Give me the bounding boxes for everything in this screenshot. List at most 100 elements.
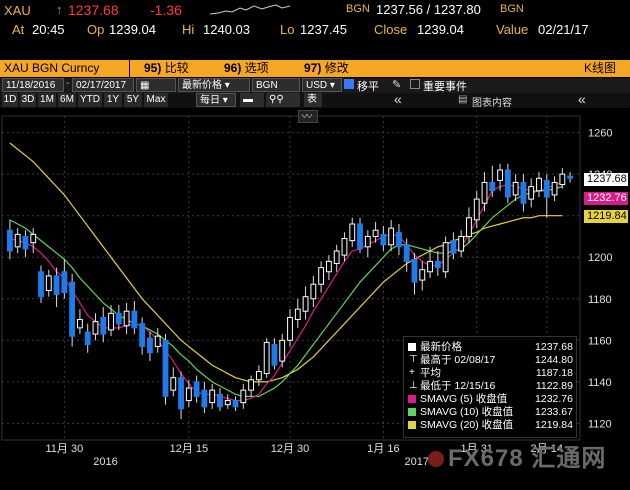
candle-body	[396, 231, 402, 248]
candle-body	[248, 379, 255, 391]
candle-body	[255, 370, 262, 381]
legend-value: 1187.18	[535, 367, 573, 379]
candle-body	[333, 250, 340, 264]
legend-name: 最高于 02/08/17	[420, 354, 496, 366]
legend-name: 平均	[420, 367, 441, 379]
chart-legend[interactable]: 最新价格 1237.68 ⊤ 最高于 02/08/17 1244.80 + 平均 1187.1…	[403, 336, 577, 438]
candle-body	[388, 227, 395, 246]
ma20-tag: 1219.84	[584, 210, 628, 224]
candle-body	[380, 233, 387, 246]
candle-body	[364, 235, 371, 248]
candle-body	[178, 377, 184, 410]
candle-body	[528, 186, 535, 200]
y-tick-label: 1160	[588, 335, 612, 347]
high-marker-icon: ⊤	[409, 354, 418, 365]
candle-body	[434, 260, 441, 269]
candle-body	[232, 400, 239, 408]
candle-body	[302, 296, 309, 312]
candle-body	[271, 343, 278, 366]
legend-swatch	[408, 421, 416, 429]
legend-name: SMAVG (5) 收盘值	[420, 393, 508, 405]
legend-row[interactable]: + 平均 1187.18	[404, 367, 576, 379]
candle-body	[567, 175, 574, 179]
candle-body	[520, 181, 527, 204]
watermark-logo-icon	[428, 451, 444, 467]
candle-body	[123, 310, 130, 327]
candle-body	[162, 339, 169, 397]
candle-body	[69, 281, 76, 337]
legend-name: 最新价格	[420, 341, 462, 353]
candle-body	[279, 339, 286, 362]
candle-body	[481, 181, 488, 204]
candle-body	[357, 223, 363, 250]
x-tick-label: 11月 30	[45, 443, 83, 455]
candle-body	[543, 179, 550, 198]
candle-body	[536, 177, 542, 192]
candle-body	[419, 269, 426, 281]
candle-body	[489, 181, 496, 192]
year-label: 2017	[404, 456, 428, 468]
legend-value: 1244.80	[535, 354, 573, 366]
y-tick-label: 1180	[588, 294, 612, 306]
legend-row[interactable]: 最新价格 1237.68	[404, 341, 576, 353]
legend-row[interactable]: ⊥ 最低于 12/15/16 1122.89	[404, 380, 576, 392]
candle-body	[14, 233, 21, 248]
ma5-tag: 1232.76	[584, 192, 628, 206]
candle-body	[411, 258, 418, 283]
candle-body	[497, 169, 503, 181]
candle-body	[427, 260, 433, 273]
candle-body	[403, 244, 410, 262]
candle-body	[170, 377, 177, 391]
watermark-text: FX678	[448, 445, 524, 472]
candle-body	[442, 242, 449, 273]
candle-body	[209, 389, 216, 404]
candle-body	[22, 235, 29, 250]
candle-body	[310, 283, 317, 300]
candle-body	[53, 275, 60, 296]
legend-swatch	[408, 408, 416, 416]
candle-body	[287, 316, 293, 341]
candle-body	[108, 312, 114, 331]
watermark: FX678 汇通网	[428, 438, 606, 473]
legend-swatch	[408, 343, 416, 351]
candle-body	[100, 316, 107, 335]
candle-body	[450, 240, 457, 254]
x-tick-label: 1月 16	[367, 443, 399, 455]
low-marker-icon: ⊥	[409, 380, 418, 391]
candle-body	[217, 393, 223, 408]
candle-body	[263, 341, 270, 375]
legend-name: SMAVG (20) 收盘值	[420, 419, 514, 431]
candle-body	[201, 389, 208, 408]
legend-row[interactable]: SMAVG (20) 收盘值 1219.84	[404, 419, 576, 431]
candle-body	[504, 169, 511, 198]
candle-body	[61, 271, 68, 294]
candle-body	[466, 217, 472, 237]
candle-body	[551, 181, 558, 196]
y-tick-label: 1260	[588, 128, 612, 140]
legend-value: 1122.89	[535, 380, 573, 392]
average-marker-icon: +	[409, 367, 415, 378]
candle-body	[6, 229, 13, 252]
x-tick-label: 12月 30	[271, 443, 310, 455]
legend-value: 1237.68	[535, 341, 573, 353]
candle-body	[294, 308, 301, 321]
candle-body	[30, 233, 37, 244]
legend-name: SMAVG (10) 收盘值	[420, 406, 514, 418]
y-tick-label: 1140	[588, 377, 612, 389]
candle-body	[240, 389, 247, 404]
legend-row[interactable]: SMAVG (5) 收盘值 1232.76	[404, 393, 576, 405]
candle-body	[92, 321, 99, 335]
y-tick-label: 1200	[588, 252, 612, 264]
candle-body	[512, 181, 519, 196]
year-label: 2016	[93, 456, 117, 468]
x-tick-label: 12月 15	[170, 443, 209, 455]
candle-body	[372, 229, 379, 237]
candle-body	[458, 235, 465, 252]
candle-body	[185, 387, 192, 402]
candle-body	[473, 198, 480, 221]
candle-body	[318, 267, 325, 285]
y-tick-label: 1120	[588, 418, 612, 430]
legend-row[interactable]: ⊤ 最高于 02/08/17 1244.80	[404, 354, 576, 366]
candle-body	[154, 335, 161, 348]
legend-row[interactable]: SMAVG (10) 收盘值 1233.67	[404, 406, 576, 418]
